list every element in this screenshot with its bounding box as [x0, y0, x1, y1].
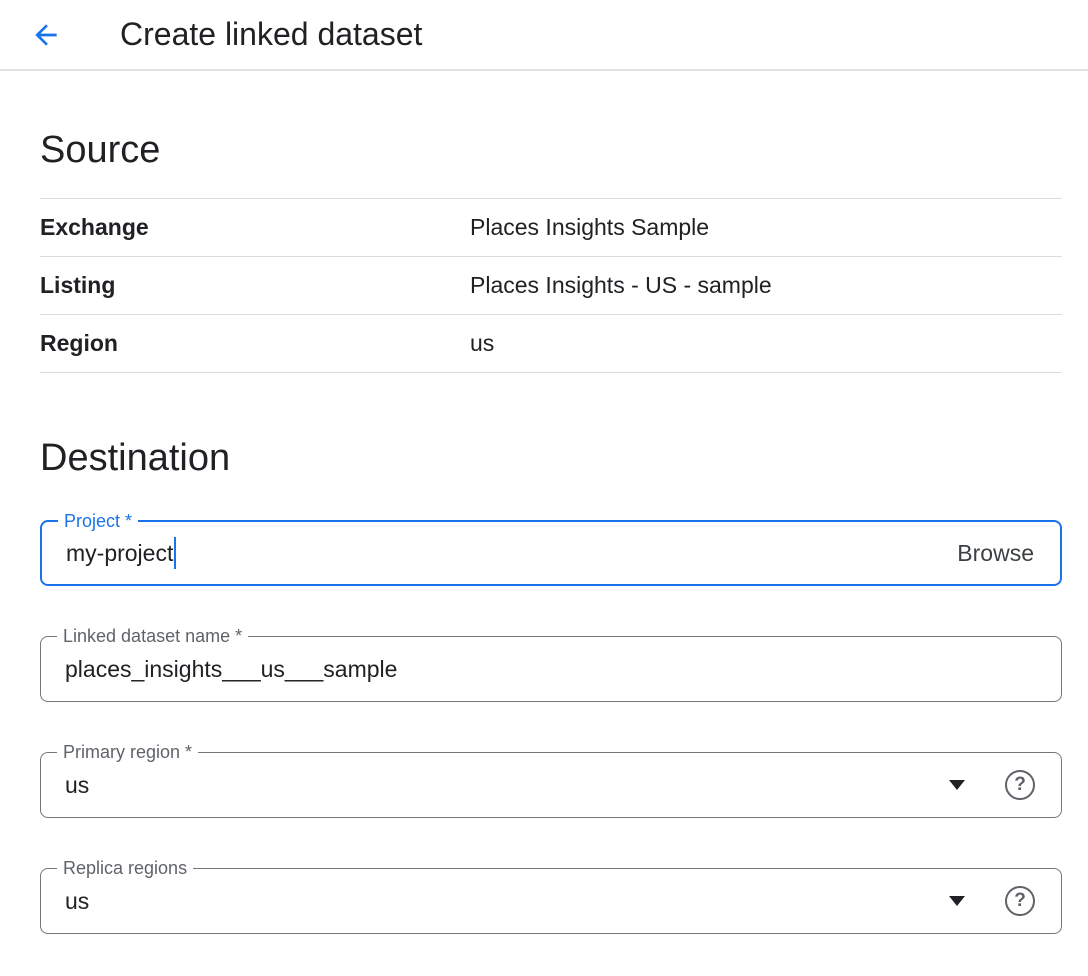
- linked-dataset-name-label: Linked dataset name *: [57, 625, 248, 647]
- project-field[interactable]: Project * my-project Browse: [40, 520, 1062, 586]
- dropdown-arrow-icon[interactable]: [949, 780, 965, 790]
- listing-label: Listing: [40, 272, 470, 299]
- project-field-wrap: Project * my-project Browse: [40, 520, 1062, 586]
- primary-region-label: Primary region *: [57, 741, 198, 763]
- browse-button[interactable]: Browse: [957, 540, 1034, 567]
- table-row-region: Region us: [40, 315, 1062, 373]
- help-icon[interactable]: ?: [1005, 886, 1035, 916]
- region-value: us: [470, 330, 494, 357]
- table-row-listing: Listing Places Insights - US - sample: [40, 257, 1062, 315]
- table-row-exchange: Exchange Places Insights Sample: [40, 199, 1062, 257]
- linked-dataset-name-value[interactable]: places_insights___us___sample: [65, 656, 397, 683]
- project-field-label: Project *: [58, 510, 138, 532]
- help-icon[interactable]: ?: [1005, 770, 1035, 800]
- destination-heading: Destination: [40, 437, 1062, 480]
- replica-regions-value: us: [65, 888, 89, 915]
- source-heading: Source: [40, 129, 1062, 172]
- page-title: Create linked dataset: [120, 16, 422, 53]
- arrow-back-icon: [30, 19, 62, 51]
- primary-region-select[interactable]: Primary region * us ?: [40, 752, 1062, 818]
- text-cursor: [174, 537, 176, 569]
- primary-region-value: us: [65, 772, 89, 799]
- project-input-value[interactable]: my-project: [66, 540, 173, 567]
- exchange-value: Places Insights Sample: [470, 214, 709, 241]
- region-label: Region: [40, 330, 470, 357]
- listing-value: Places Insights - US - sample: [470, 272, 772, 299]
- linked-dataset-name-field-wrap: Linked dataset name * places_insights___…: [40, 636, 1062, 702]
- replica-regions-field-wrap: Replica regions us ?: [40, 868, 1062, 934]
- dropdown-arrow-icon[interactable]: [949, 896, 965, 906]
- replica-regions-label: Replica regions: [57, 857, 193, 879]
- exchange-label: Exchange: [40, 214, 470, 241]
- linked-dataset-name-field[interactable]: Linked dataset name * places_insights___…: [40, 636, 1062, 702]
- replica-regions-select[interactable]: Replica regions us ?: [40, 868, 1062, 934]
- page-header: Create linked dataset: [0, 0, 1088, 71]
- main-content: Source Exchange Places Insights Sample L…: [0, 129, 1088, 934]
- back-button[interactable]: [30, 19, 62, 51]
- source-table: Exchange Places Insights Sample Listing …: [40, 198, 1062, 373]
- primary-region-field-wrap: Primary region * us ?: [40, 752, 1062, 818]
